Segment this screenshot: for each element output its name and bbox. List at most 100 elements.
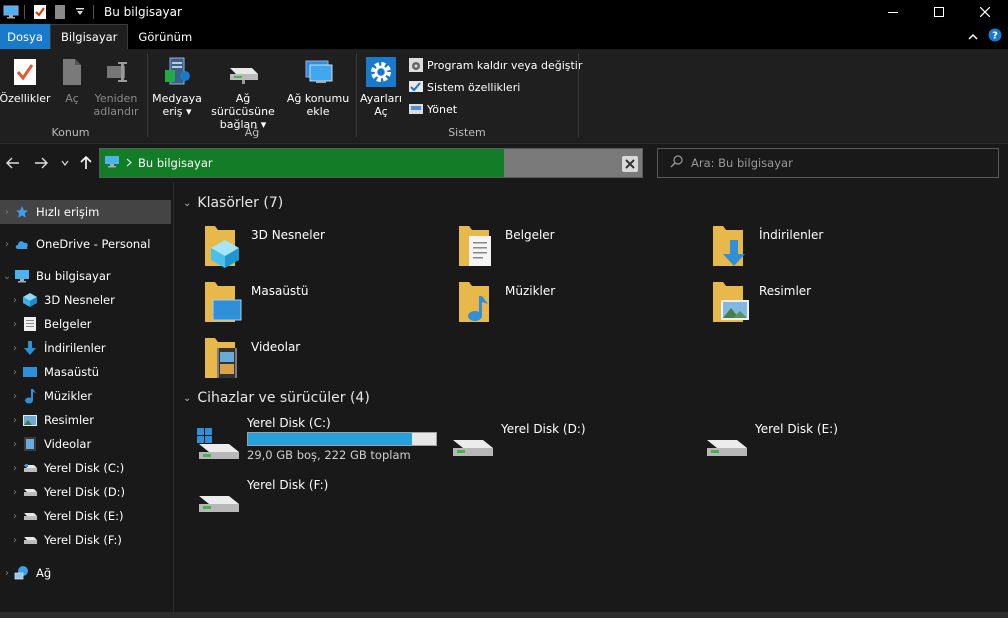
chevron-right-icon[interactable]: › bbox=[0, 239, 14, 250]
network-location-icon bbox=[301, 55, 335, 89]
nav-item-drive-f[interactable]: › Yerel Disk (F:) bbox=[0, 528, 171, 552]
folder-music[interactable]: Müzikler bbox=[433, 278, 683, 328]
computer-icon bbox=[14, 268, 30, 284]
folder-desktop[interactable]: Masaüstü bbox=[179, 278, 429, 328]
nav-item-documents[interactable]: › Belgeler bbox=[0, 312, 171, 336]
manage-button[interactable]: Yönet bbox=[408, 100, 457, 118]
ribbon-tabs: Dosya Bilgisayar Görünüm ? bbox=[0, 24, 1008, 49]
search-input[interactable]: Ara: Bu bilgisayar bbox=[657, 148, 999, 178]
chevron-right-icon[interactable]: › bbox=[8, 343, 22, 354]
folder-label: Müzikler bbox=[505, 284, 556, 298]
add-network-location-button[interactable]: Ağ konumu ekle bbox=[284, 55, 352, 118]
chevron-right-icon[interactable]: › bbox=[0, 568, 14, 579]
nav-item-drive-c[interactable]: › Yerel Disk (C:) bbox=[0, 456, 171, 480]
address-bar[interactable]: Bu bilgisayar bbox=[99, 148, 643, 178]
system-properties-button[interactable]: Sistem özellikleri bbox=[408, 78, 520, 96]
chevron-right-icon[interactable]: › bbox=[8, 367, 22, 378]
desktop-icon bbox=[22, 364, 38, 380]
nav-item-desktop[interactable]: › Masaüstü bbox=[0, 360, 171, 384]
properties-icon[interactable] bbox=[31, 3, 49, 21]
map-drive-label-line1: Ağ sürücüsüne bbox=[211, 92, 275, 118]
folder-label: 3D Nesneler bbox=[251, 228, 325, 242]
chevron-right-icon[interactable]: › bbox=[8, 319, 22, 330]
new-folder-icon[interactable] bbox=[51, 3, 69, 21]
drive-c[interactable]: Yerel Disk (C:) 29,0 GB boş, 222 GB topl… bbox=[179, 416, 439, 466]
up-button[interactable] bbox=[78, 154, 94, 172]
chevron-right-icon[interactable]: › bbox=[0, 207, 14, 218]
chevron-right-icon[interactable]: › bbox=[8, 295, 22, 306]
chevron-right-icon[interactable]: › bbox=[8, 463, 22, 474]
media-server-icon bbox=[160, 55, 194, 89]
help-icon[interactable]: ? bbox=[988, 28, 1002, 45]
forward-button[interactable] bbox=[32, 154, 50, 172]
chevron-right-icon[interactable]: › bbox=[8, 511, 22, 522]
customize-toolbar-icon[interactable] bbox=[71, 3, 89, 21]
open-settings-button[interactable]: Ayarları Aç bbox=[358, 55, 404, 118]
nav-item-pictures[interactable]: › Resimler bbox=[0, 408, 171, 432]
nav-item-drive-e[interactable]: › Yerel Disk (E:) bbox=[0, 504, 171, 528]
nav-item-network[interactable]: › Ağ bbox=[0, 561, 171, 585]
drives-section-header[interactable]: ⌄ Cihazlar ve sürücüler (4) bbox=[183, 388, 370, 408]
ribbon-divider bbox=[578, 53, 579, 137]
tab-file[interactable]: Dosya bbox=[0, 24, 50, 49]
chevron-right-icon[interactable]: › bbox=[8, 535, 22, 546]
documents-icon bbox=[22, 316, 38, 332]
toolbar-divider bbox=[93, 5, 94, 19]
recent-locations-button[interactable] bbox=[58, 154, 72, 172]
properties-button[interactable]: Özellikler bbox=[0, 55, 51, 105]
nav-item-onedrive[interactable]: › OneDrive - Personal bbox=[0, 232, 171, 256]
nav-item-label: Yerel Disk (D:) bbox=[44, 485, 126, 499]
folder-downloads[interactable]: İndirilenler bbox=[687, 222, 937, 272]
nav-item-3d-objects[interactable]: › 3D Nesneler bbox=[0, 288, 171, 312]
folder-pictures[interactable]: Resimler bbox=[687, 278, 937, 328]
content-pane: ⌄ Klasörler (7) 3D Nesneler Belgeler İnd… bbox=[175, 182, 1008, 614]
chevron-right-icon[interactable]: › bbox=[8, 439, 22, 450]
svg-text:?: ? bbox=[992, 31, 998, 42]
folder-3d-objects[interactable]: 3D Nesneler bbox=[179, 222, 429, 272]
chevron-right-icon[interactable]: › bbox=[8, 391, 22, 402]
computer-icon[interactable] bbox=[2, 3, 20, 21]
drive-f[interactable]: Yerel Disk (F:) bbox=[179, 478, 429, 528]
minimize-button[interactable] bbox=[870, 0, 916, 24]
nav-item-label: Yerel Disk (E:) bbox=[44, 509, 124, 523]
drive-e[interactable]: Yerel Disk (E:) bbox=[687, 416, 937, 466]
folders-heading: Klasörler (7) bbox=[197, 195, 284, 211]
settings-label-line2: Aç bbox=[374, 105, 388, 118]
drive-d[interactable]: Yerel Disk (D:) bbox=[433, 416, 683, 466]
nav-item-videos[interactable]: › Videolar bbox=[0, 432, 171, 456]
rename-button[interactable]: Yeniden adlandır bbox=[90, 55, 142, 118]
chevron-down-icon[interactable]: ⌄ bbox=[0, 271, 14, 282]
nav-item-music[interactable]: › Müzikler bbox=[0, 384, 171, 408]
chevron-right-icon[interactable]: › bbox=[8, 415, 22, 426]
tab-computer[interactable]: Bilgisayar bbox=[50, 24, 129, 49]
folder-videos[interactable]: Videolar bbox=[179, 334, 429, 384]
nav-item-this-pc[interactable]: ⌄ Bu bilgisayar bbox=[0, 264, 171, 288]
drive-icon bbox=[22, 484, 38, 500]
search-placeholder: Ara: Bu bilgisayar bbox=[691, 156, 793, 170]
nav-item-downloads[interactable]: › İndirilenler bbox=[0, 336, 171, 360]
drive-label: Yerel Disk (E:) bbox=[755, 422, 838, 436]
map-network-drive-button[interactable]: Ağ sürücüsüne bağlan ▾ bbox=[204, 55, 282, 131]
nav-item-quick-access[interactable]: › Hızlı erişim bbox=[0, 200, 171, 224]
folder-documents[interactable]: Belgeler bbox=[433, 222, 683, 272]
breadcrumb[interactable]: Bu bilgisayar bbox=[138, 156, 213, 170]
nav-item-label: Yerel Disk (C:) bbox=[44, 461, 125, 475]
open-button[interactable]: Aç bbox=[56, 55, 88, 105]
folders-section-header[interactable]: ⌄ Klasörler (7) bbox=[183, 193, 283, 213]
close-button[interactable] bbox=[962, 0, 1008, 24]
nav-item-label: İndirilenler bbox=[44, 341, 106, 355]
access-media-button[interactable]: Medyaya eriş ▾ bbox=[150, 55, 204, 118]
tab-view[interactable]: Görünüm bbox=[128, 24, 202, 49]
chevron-right-icon[interactable] bbox=[126, 156, 132, 170]
back-button[interactable] bbox=[4, 154, 22, 172]
desktop-folder-icon bbox=[201, 278, 243, 326]
stop-loading-button[interactable] bbox=[622, 156, 638, 172]
uninstall-program-button[interactable]: Program kaldır veya değiştir bbox=[408, 56, 582, 74]
nav-item-drive-d[interactable]: › Yerel Disk (D:) bbox=[0, 480, 171, 504]
location-group-label: Konum bbox=[51, 126, 90, 139]
toolbar-divider bbox=[24, 5, 25, 19]
chevron-right-icon[interactable]: › bbox=[8, 487, 22, 498]
maximize-button[interactable] bbox=[916, 0, 962, 24]
status-bar bbox=[0, 612, 1008, 618]
collapse-ribbon-icon[interactable] bbox=[968, 30, 978, 44]
